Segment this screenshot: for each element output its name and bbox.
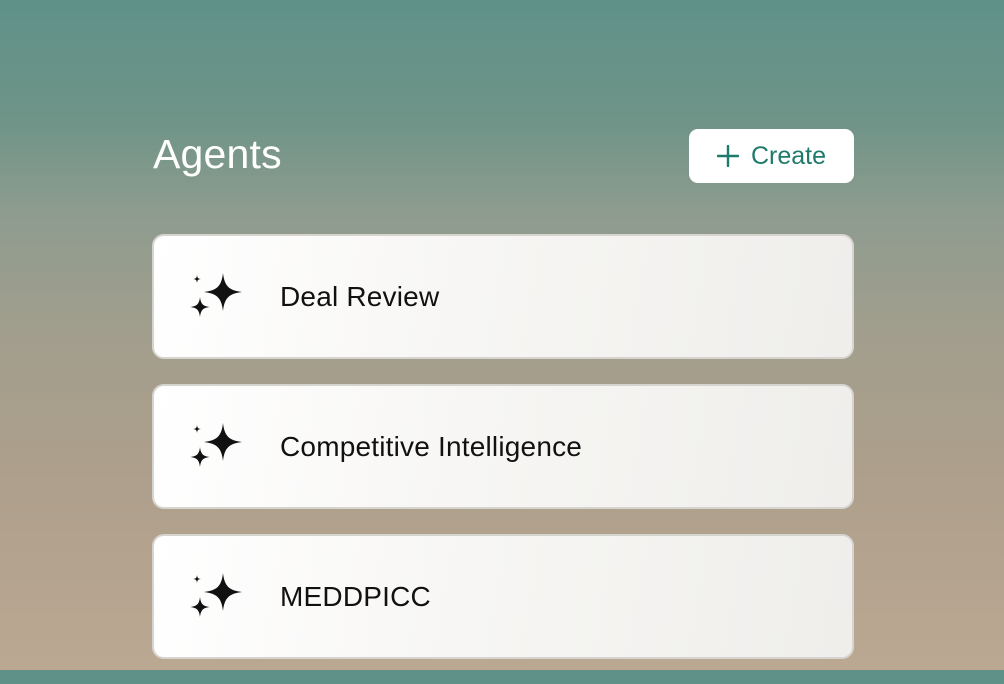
sparkles-icon xyxy=(188,422,244,471)
agent-list: Deal Review Competitive Intelligence MED… xyxy=(152,234,854,684)
create-button[interactable]: Create xyxy=(689,129,854,183)
agent-item-competitive-intelligence[interactable]: Competitive Intelligence xyxy=(152,384,854,509)
agent-item-meddpicc[interactable]: MEDDPICC xyxy=(152,534,854,659)
sparkles-icon xyxy=(188,572,244,621)
agent-item-label: Deal Review xyxy=(280,280,440,312)
plus-icon xyxy=(716,145,739,167)
create-button-label: Create xyxy=(750,141,827,170)
agent-item-deal-review[interactable]: Deal Review xyxy=(152,234,854,359)
sparkles-icon xyxy=(188,272,244,321)
page-title: Agents xyxy=(153,131,282,177)
agent-item-label: MEDDPICC xyxy=(280,580,431,612)
agent-item-label: Competitive Intelligence xyxy=(280,430,583,462)
